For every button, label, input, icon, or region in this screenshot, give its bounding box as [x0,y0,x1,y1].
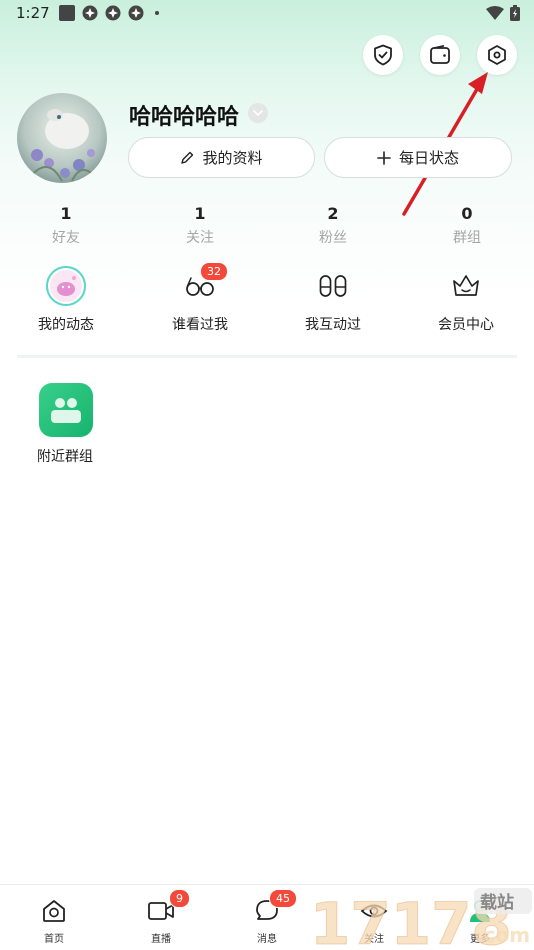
status-bar: 1:27 [0,0,534,28]
nearby-groups-button[interactable] [39,383,93,437]
stat-label: 群组 [453,230,481,246]
stat-following[interactable]: 1 关注 [150,204,250,247]
section-divider [17,355,517,358]
profile-username: 哈哈哈哈哈 [129,105,240,130]
my-moments-avatar-icon [46,266,86,306]
edit-profile-button[interactable]: 我的资料 [128,137,315,178]
status-time: 1:27 [16,4,50,22]
feature-label: 我互动过 [305,317,361,333]
nav-label: 直播 [151,934,171,945]
stat-label: 好友 [52,230,80,246]
notification-app-icon [82,5,98,21]
stat-groups[interactable]: 0 群组 [417,204,517,247]
stat-label: 关注 [186,230,214,246]
feature-label: 谁看过我 [172,317,228,333]
notification-app-icon [128,5,144,21]
wallet-button[interactable] [420,35,460,75]
live-count-badge: 9 [169,889,190,908]
system-status-icons [486,5,520,21]
feature-my-moments[interactable]: 我的动态 [6,266,126,334]
wifi-icon [486,6,504,20]
feature-interacted[interactable]: 我互动过 [273,266,393,334]
nav-live[interactable]: 9 直播 [121,889,201,945]
stat-value: 0 [461,204,473,223]
nav-messages[interactable]: 45 消息 [227,889,307,945]
feature-who-viewed-me[interactable]: 32 谁看过我 [140,262,260,334]
stat-value: 1 [60,204,72,223]
views-count-badge: 32 [200,262,228,281]
home-icon [43,900,65,922]
stat-value: 1 [194,204,206,223]
feature-label: 会员中心 [438,317,494,333]
site-watermark-logo: 17178 .com 载站 [310,888,532,950]
watermark-suffix: .com [476,923,530,947]
pencil-icon [181,151,194,164]
nav-home[interactable]: 首页 [14,897,94,945]
notification-app-icon [105,5,121,21]
daily-status-button[interactable]: 每日状态 [324,137,512,178]
nav-label: 消息 [257,934,277,945]
crown-icon [453,275,479,296]
battery-icon [510,5,520,21]
settings-hexagon-icon [488,45,506,65]
profile-avatar[interactable] [17,93,107,183]
shield-check-icon [374,44,392,66]
nav-label: 首页 [44,934,64,945]
more-notifications-dot [155,11,159,15]
watermark-tag: 载站 [480,892,514,913]
nearby-groups-icon [51,398,81,423]
feature-label: 我的动态 [38,317,94,333]
wallet-icon [430,45,450,64]
notification-icons [59,5,159,21]
settings-button[interactable] [477,35,517,75]
daily-status-label: 每日状态 [398,149,459,167]
stat-friends[interactable]: 1 好友 [16,204,116,247]
messages-count-badge: 45 [269,889,297,908]
chevron-down-icon [253,110,263,116]
nearby-groups-label: 附近群组 [37,449,93,465]
feature-vip-center[interactable]: 会员中心 [406,266,526,334]
footprints-icon [319,275,347,297]
security-shield-button[interactable] [363,35,403,75]
stat-value: 2 [327,204,339,223]
notification-square-icon [59,5,75,21]
username-dropdown-button[interactable] [248,103,268,123]
plus-icon [377,150,391,165]
stat-label: 粉丝 [319,230,347,246]
avatar-photo-icon [17,93,107,183]
stat-fans[interactable]: 2 粉丝 [283,204,383,247]
edit-profile-label: 我的资料 [202,149,263,167]
